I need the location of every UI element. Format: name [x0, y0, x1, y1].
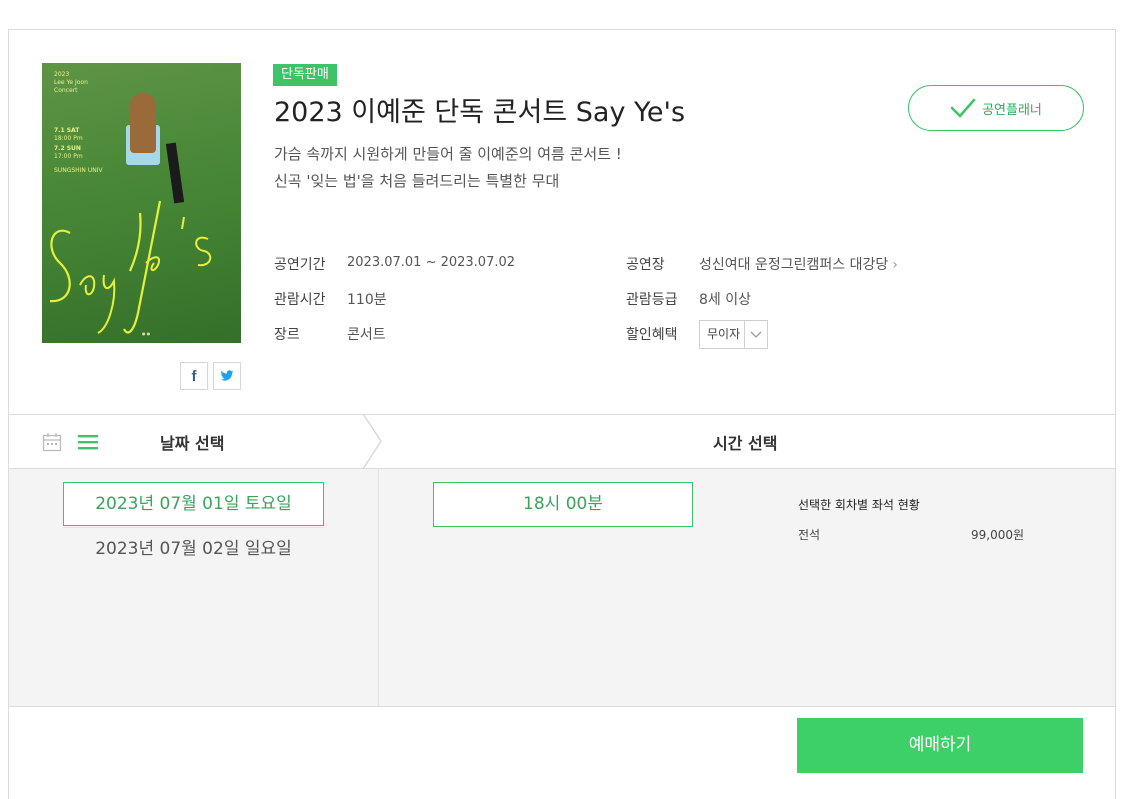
step-divider-chevron: [362, 414, 382, 469]
chevron-right-icon: ›: [892, 257, 898, 273]
poster-person: [130, 93, 156, 153]
seat-grade: 전석: [798, 528, 821, 542]
concert-poster: 2023 Lee Ye Joon Concert 7.1 SAT 18:00 P…: [42, 63, 241, 343]
poster-date-1: 7.1 SAT: [54, 127, 80, 134]
description-line-2: 신곡 '잊는 법'을 처음 들려드리는 특별한 무대: [274, 172, 560, 190]
twitter-share-icon[interactable]: [213, 362, 241, 390]
rating-value: 8세 이상: [699, 292, 751, 308]
facebook-share-icon[interactable]: f: [180, 362, 208, 390]
period-value: 2023.07.01 ~ 2023.07.02: [347, 255, 516, 270]
planner-label: 공연플래너: [982, 102, 1042, 118]
poster-artist: Lee Ye Joon: [54, 79, 88, 86]
list-icon[interactable]: [78, 433, 98, 451]
poster-signature: [49, 200, 212, 334]
date-option-selected[interactable]: 2023년 07월 01일 토요일: [63, 482, 324, 526]
step-time-title: 시간 선택: [713, 434, 778, 453]
poster-footer: ● ●: [142, 331, 151, 336]
poster-concert: Concert: [54, 87, 78, 94]
product-card: 2023 Lee Ye Joon Concert 7.1 SAT 18:00 P…: [8, 29, 1116, 799]
seat-status-title: 선택한 회차별 좌석 현황: [798, 498, 920, 512]
venue-label: 공연장: [626, 257, 665, 273]
exclusive-badge: 단독판매: [273, 64, 337, 86]
description-line-1: 가슴 속까지 시원하게 만들어 줄 이예준의 여름 콘서트 !: [274, 145, 622, 163]
poster-date-2: 7.2 SUN: [54, 145, 81, 152]
page-title: 2023 이예준 단독 콘서트 Say Ye's: [274, 97, 686, 128]
rating-label: 관람등급: [626, 292, 678, 308]
poster-time-1: 18:00 Pm: [54, 135, 83, 142]
discount-label: 할인혜택: [626, 327, 678, 343]
selection-area: 2023년 07월 01일 토요일 2023년 07월 02일 일요일 18시 …: [9, 469, 1115, 707]
step-date-title: 날짜 선택: [160, 434, 225, 453]
discount-select[interactable]: 무이자: [699, 320, 768, 349]
calendar-icon[interactable]: [42, 432, 62, 452]
date-option[interactable]: 2023년 07월 02일 일요일: [63, 527, 324, 571]
description: 가슴 속까지 시원하게 만들어 줄 이예준의 여름 콘서트 ! 신곡 '잊는 법…: [274, 141, 622, 195]
poster-year: 2023: [54, 71, 70, 78]
planner-button[interactable]: 공연플래너: [908, 85, 1084, 131]
period-label: 공연기간: [274, 257, 326, 273]
poster-time-2: 17:00 Pm: [54, 153, 83, 160]
genre-label: 장르: [274, 327, 300, 343]
check-icon: [950, 98, 976, 118]
venue-value: 성신여대 운정그린캠퍼스 대강당: [699, 257, 889, 273]
reserve-button[interactable]: 예매하기: [797, 718, 1083, 773]
runtime-value: 110분: [347, 292, 387, 308]
venue-link[interactable]: 성신여대 운정그린캠퍼스 대강당 ›: [699, 254, 898, 274]
chevron-down-icon: [744, 321, 767, 348]
time-option-selected[interactable]: 18시 00분: [433, 482, 693, 527]
runtime-label: 관람시간: [274, 292, 326, 308]
poster-venue: SUNGSHIN UNIV: [54, 167, 103, 174]
step-bar: 날짜 선택 시간 선택: [9, 414, 1115, 469]
seat-price: 99,000원: [971, 528, 1025, 542]
genre-value: 콘서트: [347, 327, 386, 343]
discount-value: 무이자: [707, 327, 741, 341]
divider: [378, 469, 379, 706]
